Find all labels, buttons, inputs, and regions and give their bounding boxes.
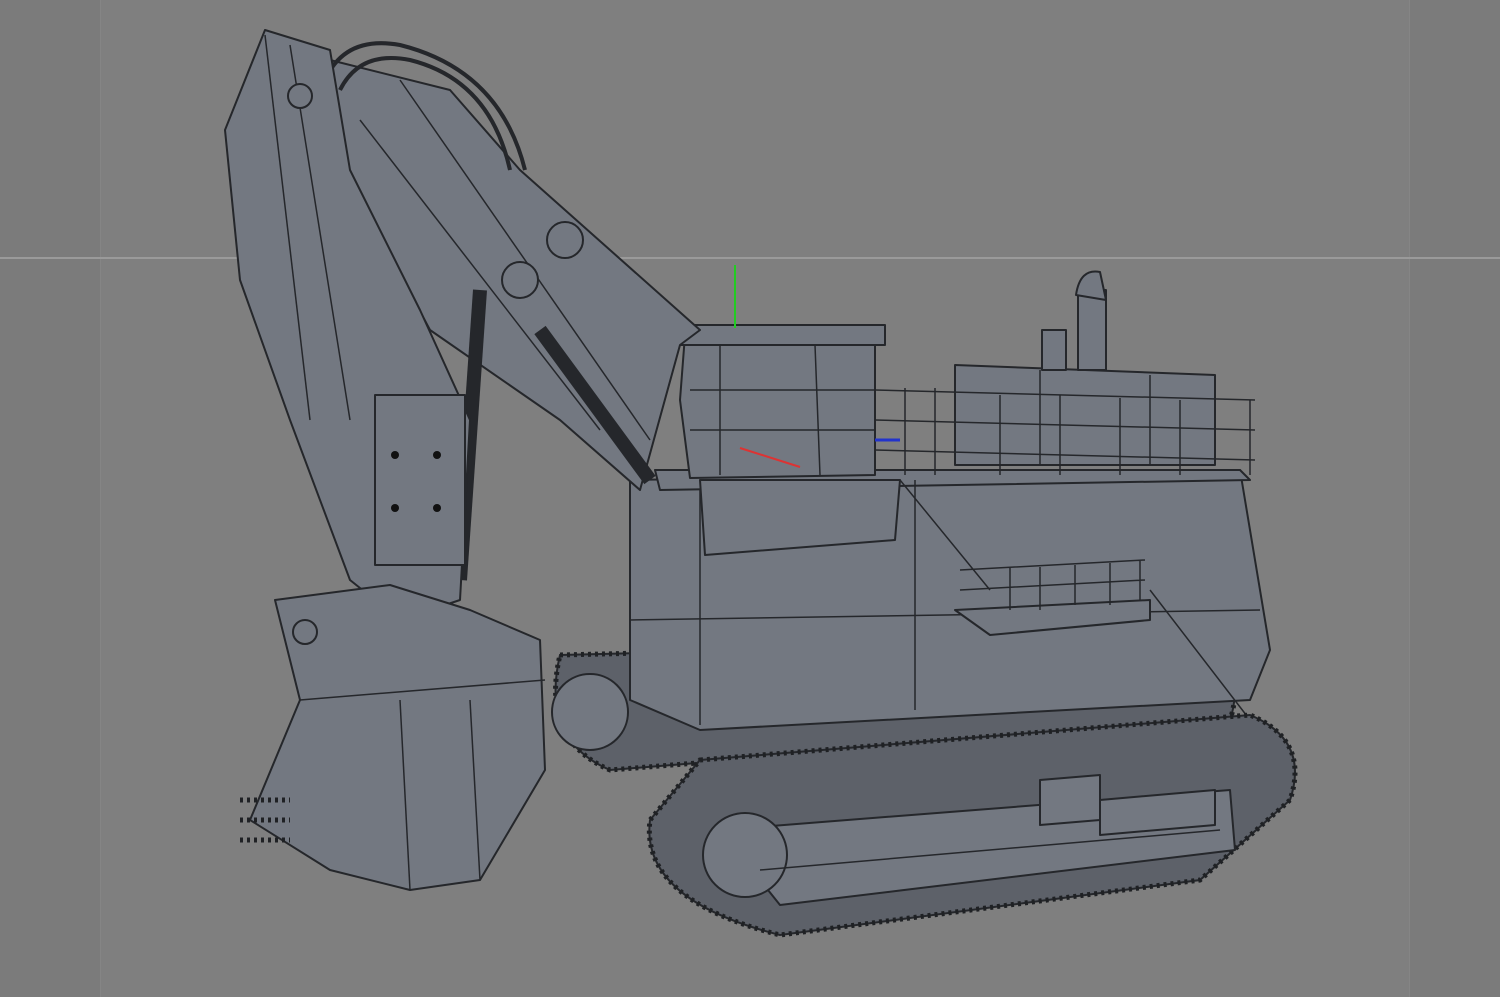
3d-viewport[interactable] <box>0 0 1500 997</box>
upper-body <box>629 469 1271 731</box>
bucket <box>240 584 546 891</box>
excavator-model[interactable] <box>0 0 1500 997</box>
cab <box>669 265 900 479</box>
